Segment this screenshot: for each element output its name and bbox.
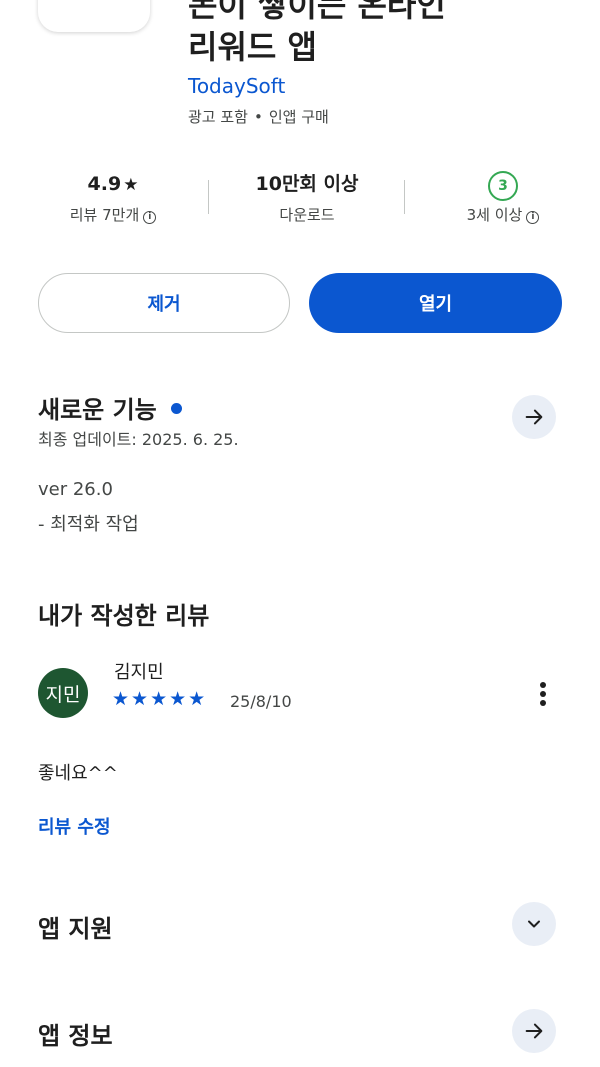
info-icon: i xyxy=(526,211,540,224)
app-support-title: 앱 지원 xyxy=(38,915,113,943)
app-support-expand-button[interactable] xyxy=(512,902,556,946)
review-text: 좋네요^^ xyxy=(38,763,118,784)
stat-divider xyxy=(208,180,209,214)
new-indicator-dot xyxy=(170,403,182,414)
age-rating-stat[interactable]: 3 3세 이상 i xyxy=(418,170,588,225)
whats-new-arrow-button[interactable] xyxy=(512,395,556,439)
downloads-value: 10만회 이상 xyxy=(255,173,359,195)
app-title-line2: 리워드 앱 xyxy=(188,28,317,66)
more-vert-icon xyxy=(540,682,546,706)
uninstall-button[interactable]: 제거 xyxy=(38,273,290,333)
edit-review-link[interactable]: 리뷰 수정 xyxy=(38,813,111,839)
star-icon: ★ xyxy=(123,175,139,195)
age-label: 3세 이상 xyxy=(466,206,523,224)
downloads-stat: 10만회 이상 다운로드 xyxy=(222,170,392,225)
review-author: 김지민 xyxy=(114,662,164,683)
arrow-right-icon xyxy=(525,1023,543,1039)
rating-value: 4.9 xyxy=(87,173,122,195)
stat-divider xyxy=(404,180,405,214)
arrow-right-icon xyxy=(525,409,543,425)
developer-link[interactable]: TodaySoft xyxy=(188,74,285,98)
more-options-button[interactable] xyxy=(527,678,559,710)
app-info-title: 앱 정보 xyxy=(38,1022,113,1050)
open-button[interactable]: 열기 xyxy=(309,273,562,333)
info-icon: i xyxy=(143,211,157,224)
release-note: - 최적화 작업 xyxy=(38,514,139,535)
review-stars: ★★★★★ xyxy=(112,688,208,710)
version-text: ver 26.0 xyxy=(38,479,113,500)
app-icon xyxy=(38,0,150,32)
last-updated: 최종 업데이트: 2025. 6. 25. xyxy=(38,430,239,449)
app-info-arrow-button[interactable] xyxy=(512,1009,556,1053)
whats-new-header: 새로운 기능 xyxy=(38,390,182,425)
meta-separator: • xyxy=(253,108,263,126)
meta-iap: 인앱 구매 xyxy=(268,108,329,126)
age-rating-badge: 3 xyxy=(488,171,518,201)
reviews-count: 리뷰 7만개 xyxy=(69,206,140,224)
avatar: 지민 xyxy=(38,668,88,718)
downloads-label: 다운로드 xyxy=(279,206,335,224)
chevron-down-icon xyxy=(528,920,540,928)
review-date: 25/8/10 xyxy=(230,692,292,711)
my-review-title: 내가 작성한 리뷰 xyxy=(38,602,210,630)
whats-new-title: 새로운 기능 xyxy=(38,396,157,424)
meta-ads: 광고 포함 xyxy=(188,108,248,126)
app-meta: 광고 포함 • 인앱 구매 xyxy=(188,106,329,127)
rating-stat[interactable]: 4.9 ★ 리뷰 7만개 i xyxy=(28,170,198,225)
